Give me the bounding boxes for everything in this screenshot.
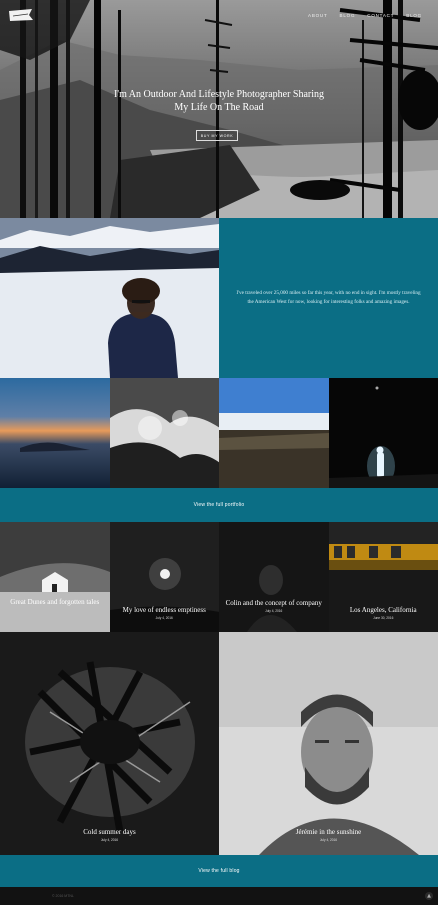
portfolio-link-bar: View the full portfolio bbox=[0, 488, 438, 522]
footer-copyright: © 2016 MTNL bbox=[52, 894, 74, 898]
view-blog-link[interactable]: View the full blog bbox=[198, 868, 239, 874]
rocky-shore-photo bbox=[219, 378, 329, 488]
post-date: July 4, 2016 bbox=[319, 838, 338, 842]
blog-post-card[interactable]: Colin and the concept of company July 4,… bbox=[219, 522, 329, 632]
nav-item-blog-2[interactable]: BLOG bbox=[406, 13, 422, 18]
blog-post-card[interactable]: Jérémie in the sunshine July 4, 2016 bbox=[219, 632, 438, 855]
hero-title: I'm An Outdoor And Lifestyle Photographe… bbox=[113, 89, 325, 113]
dunes-house-photo bbox=[0, 522, 110, 632]
portfolio-tile[interactable] bbox=[219, 378, 329, 488]
blog-grid-row: Great Dunes and forgotten tales My love … bbox=[0, 522, 438, 632]
portfolio-grid bbox=[0, 378, 438, 488]
footer: © 2016 MTNL ▲ bbox=[0, 887, 438, 905]
intro-panel: I've traveled over 25,000 miles so far t… bbox=[219, 218, 438, 378]
post-date: July 4, 2016 bbox=[265, 609, 283, 613]
blog-link-bar: View the full blog bbox=[0, 855, 438, 887]
post-date: July 4, 2016 bbox=[155, 616, 173, 620]
nav-item-blog[interactable]: BLOG bbox=[340, 13, 356, 18]
blog-post-card[interactable]: Los Angeles, California June 30, 2016 bbox=[328, 522, 438, 632]
view-portfolio-link[interactable]: View the full portfolio bbox=[194, 502, 245, 508]
dead-bird-photo bbox=[0, 632, 219, 855]
post-title: Los Angeles, California bbox=[349, 606, 417, 614]
hero-section: ABOUT BLOG CONTACT BLOG I'm An Outdoor A… bbox=[0, 0, 438, 218]
wave-splash-photo bbox=[109, 378, 219, 488]
buy-my-work-button[interactable]: BUY MY WORK bbox=[196, 130, 238, 141]
sunset-island-photo bbox=[0, 378, 110, 488]
jeremie-portrait-photo bbox=[219, 632, 438, 855]
blog-feature-row: Cold summer days July 4, 2016 Jérémie in… bbox=[0, 632, 438, 855]
intro-text: I've traveled over 25,000 miles so far t… bbox=[236, 290, 421, 305]
post-title: Great Dunes and forgotten tales bbox=[10, 598, 100, 606]
main-nav: ABOUT BLOG CONTACT BLOG bbox=[308, 13, 422, 18]
nav-item-about[interactable]: ABOUT bbox=[308, 13, 328, 18]
post-title: My love of endless emptiness bbox=[122, 606, 206, 614]
intro-portrait-photo bbox=[0, 218, 219, 378]
portrait-colin-photo bbox=[219, 522, 329, 632]
post-date: July 4, 2016 bbox=[100, 838, 119, 842]
portfolio-tile[interactable] bbox=[0, 378, 110, 488]
blog-post-card[interactable]: Cold summer days July 4, 2016 bbox=[0, 632, 219, 855]
post-title: Cold summer days bbox=[83, 828, 136, 836]
post-date: June 30, 2016 bbox=[373, 616, 394, 620]
portfolio-tile[interactable] bbox=[109, 378, 219, 488]
nav-item-contact[interactable]: CONTACT bbox=[367, 13, 394, 18]
blog-post-card[interactable]: Great Dunes and forgotten tales bbox=[0, 522, 110, 632]
post-title: Colin and the concept of company bbox=[225, 599, 322, 607]
blog-post-card[interactable]: My love of endless emptiness July 4, 201… bbox=[109, 522, 219, 632]
portfolio-tile[interactable] bbox=[328, 378, 438, 488]
glowing-figure-photo bbox=[328, 378, 438, 488]
site-logo[interactable] bbox=[8, 8, 34, 22]
post-title: Jérémie in the sunshine bbox=[295, 828, 362, 836]
arrow-up-icon[interactable]: ▲ bbox=[425, 892, 433, 900]
